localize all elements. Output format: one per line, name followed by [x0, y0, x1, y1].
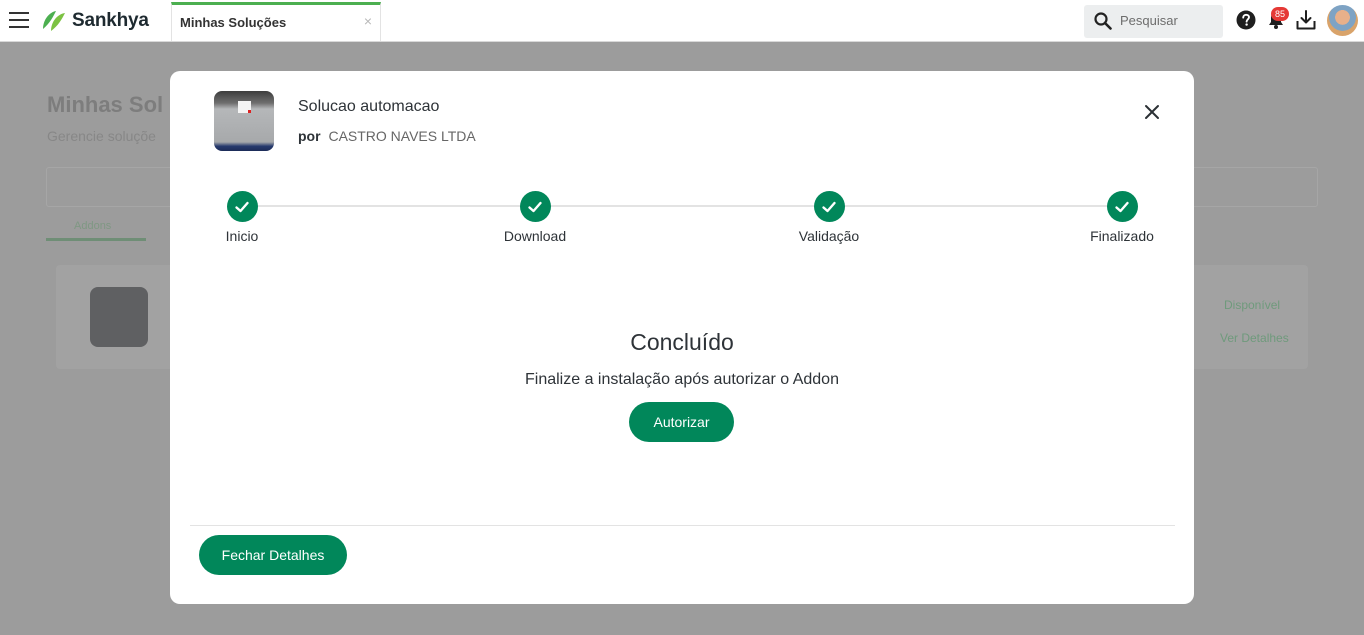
status-title: Concluído [630, 329, 734, 355]
step-label: Validação [798, 228, 860, 244]
solution-name: Solucao automacao [298, 98, 440, 115]
tab-label: Minhas Soluções [180, 15, 287, 30]
solution-publisher: por CASTRO NAVES LTDA [298, 128, 476, 144]
step-check-icon [226, 191, 258, 222]
close-details-button[interactable]: Fechar Detalhes [199, 535, 347, 575]
step-check-icon [519, 191, 551, 222]
step-inicio: Inicio [182, 191, 302, 244]
step-validacao: Validação [769, 191, 889, 244]
check-icon [822, 201, 836, 212]
check-icon [235, 201, 249, 212]
authorize-button[interactable]: Autorizar [629, 402, 734, 442]
background-tab-indicator [46, 238, 146, 241]
help-icon[interactable] [1236, 10, 1256, 30]
logo-text: Sankhya [72, 10, 149, 31]
step-check-icon [1106, 191, 1138, 222]
solution-details-modal: Solucao automacao por CASTRO NAVES LTDA … [170, 71, 1194, 604]
solution-thumbnail [214, 91, 274, 151]
stepper-track [241, 205, 1123, 207]
page-subtitle: Gerencie soluçõe [47, 128, 156, 144]
footer-divider [190, 525, 1175, 526]
background-card-thumbnail [90, 287, 148, 347]
tab-minhas-solucoes[interactable]: Minhas Soluções × [171, 2, 381, 41]
logo-leaf-icon [43, 11, 65, 31]
by-label: por [298, 128, 321, 144]
step-download: Download [475, 191, 595, 244]
close-icon[interactable] [1142, 102, 1162, 122]
user-avatar[interactable] [1327, 5, 1358, 36]
background-card-status: Disponível [1224, 298, 1281, 312]
status-description: Finalize a instalação após autorizar o A… [525, 371, 839, 388]
search-icon [1094, 12, 1112, 30]
background-tab-label: Addons [74, 220, 112, 232]
menu-icon[interactable] [9, 12, 29, 28]
background-card-link: Ver Detalhes [1220, 331, 1289, 345]
notification-badge: 85 [1271, 7, 1289, 21]
search-input[interactable] [1120, 13, 1218, 28]
company-name: CASTRO NAVES LTDA [328, 128, 476, 144]
step-label: Inicio [225, 228, 259, 244]
step-label: Finalizado [1090, 228, 1154, 244]
page-title: Minhas Sol [47, 92, 164, 117]
step-finalizado: Finalizado [1062, 191, 1182, 244]
check-icon [1115, 201, 1129, 212]
tab-close-icon[interactable]: × [364, 13, 372, 29]
download-icon[interactable] [1295, 9, 1317, 31]
check-icon [528, 201, 542, 212]
top-bar: Sankhya Minhas Soluções × 85 [0, 0, 1364, 42]
sankhya-logo[interactable]: Sankhya [40, 9, 149, 33]
search-box[interactable] [1084, 5, 1223, 38]
step-check-icon [813, 191, 845, 222]
step-label: Download [503, 228, 567, 244]
thumbnail-dot [248, 110, 251, 113]
